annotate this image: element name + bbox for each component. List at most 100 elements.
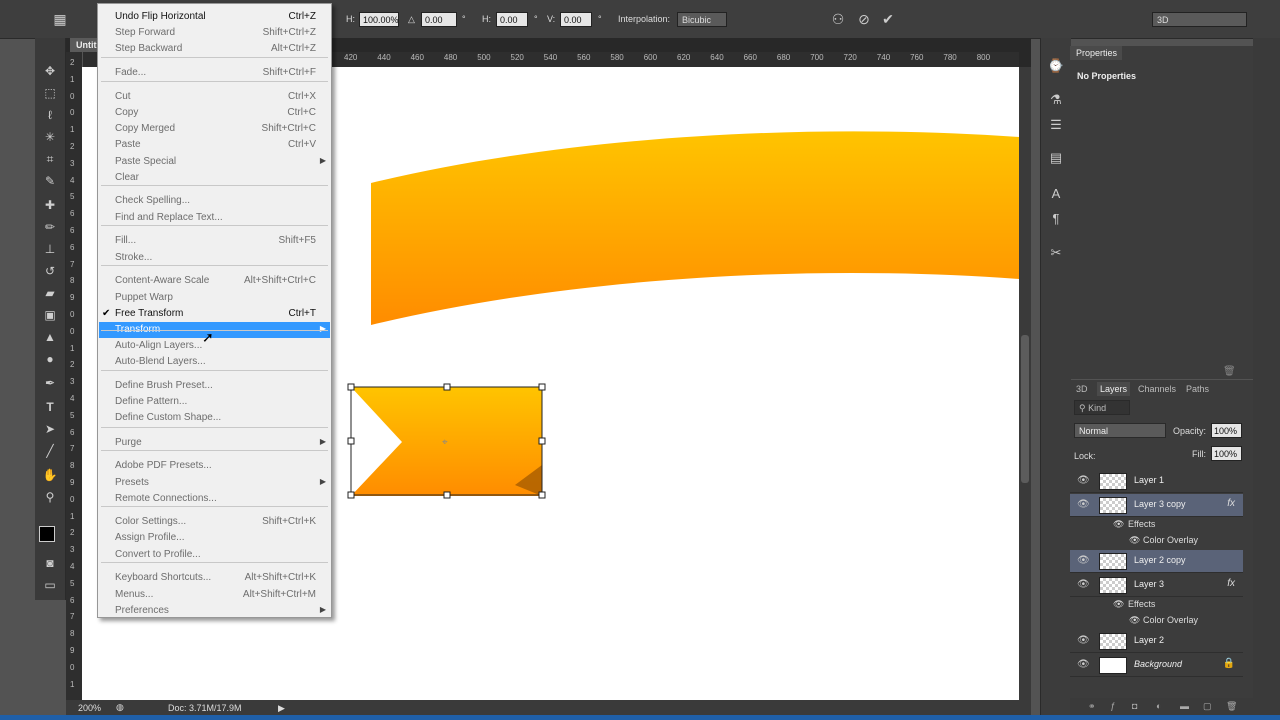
new-adjustment-icon[interactable]: ◐ — [1156, 701, 1161, 711]
menu-item-free-transform[interactable]: ✔ Free Transform Ctrl+T — [99, 306, 330, 322]
visibility-eye-icon[interactable]: 👁 — [1077, 659, 1090, 670]
path-selection-tool-icon[interactable]: ➤ — [40, 420, 60, 438]
menu-item-assign-profile[interactable]: Assign Profile... — [99, 530, 330, 546]
blend-mode-select[interactable]: Normal — [1074, 423, 1166, 438]
commit-transform-icon[interactable]: ✔ — [880, 11, 896, 27]
menu-item-check-spelling[interactable]: Check Spelling... — [99, 193, 330, 209]
height-input[interactable]: 100.00% — [359, 12, 399, 27]
fx-badge[interactable]: fx — [1227, 578, 1235, 589]
menu-item-menus[interactable]: Menus... Alt+Shift+Ctrl+M — [99, 587, 330, 603]
cancel-transform-icon[interactable]: ⊘ — [856, 11, 872, 27]
menu-item-auto-blend-layers[interactable]: Auto-Blend Layers... — [99, 354, 330, 370]
skew-h-input[interactable]: 0.00 — [496, 12, 528, 27]
gradient-tool-icon[interactable]: ▣ — [40, 306, 60, 324]
tools-panel-icon[interactable]: ✂ — [1047, 244, 1065, 262]
menu-item-color-settings[interactable]: Color Settings... Shift+Ctrl+K — [99, 514, 330, 530]
opacity-input[interactable]: 100% — [1211, 423, 1242, 438]
workspace-select[interactable]: 3D — [1152, 12, 1247, 27]
styles-icon[interactable]: ▤ — [1047, 149, 1065, 167]
menu-item-fill[interactable]: Fill... Shift+F5 — [99, 233, 330, 249]
zoom-level[interactable]: 200% — [78, 703, 101, 713]
menu-item-paste-special[interactable]: Paste Special ▶ — [99, 154, 330, 170]
hand-tool-icon[interactable]: ✋ — [40, 466, 60, 484]
right-panel-scrollbar[interactable] — [1253, 38, 1280, 715]
brush-tool-icon[interactable]: ✏ — [40, 218, 60, 236]
warp-mode-icon[interactable]: ⚇ — [830, 11, 846, 27]
menu-item-clear[interactable]: Clear — [99, 170, 330, 186]
menu-item-define-brush-preset[interactable]: Define Brush Preset... — [99, 378, 330, 394]
visibility-eye-icon[interactable]: 👁 — [1077, 635, 1090, 646]
add-mask-icon[interactable]: ◘ — [1132, 701, 1137, 711]
layer-row-background[interactable]: 👁 Background 🔒 — [1070, 654, 1243, 677]
menu-item-copy[interactable]: Copy Ctrl+C — [99, 105, 330, 121]
menu-item-convert-to-profile[interactable]: Convert to Profile... — [99, 547, 330, 563]
move-tool-icon[interactable]: ✥ — [40, 62, 60, 80]
new-group-icon[interactable]: ▬ — [1180, 701, 1189, 711]
foreground-color-swatch[interactable] — [39, 526, 55, 542]
menu-item-step-backward[interactable]: Step Backward Alt+Ctrl+Z — [99, 41, 330, 57]
tool-presets-icon[interactable]: ⚗ — [1047, 91, 1065, 109]
history-panel-icon[interactable]: ⌚ — [1047, 57, 1065, 75]
menu-item-auto-align-layers[interactable]: Auto-Align Layers... — [99, 338, 330, 354]
transform-reference-icon[interactable]: ▦ — [52, 11, 68, 27]
effects-eye-icon[interactable]: 👁 — [1113, 599, 1124, 610]
fill-input[interactable]: 100% — [1211, 446, 1242, 461]
menu-item-paste[interactable]: Paste Ctrl+V — [99, 137, 330, 153]
visibility-eye-icon[interactable]: 👁 — [1077, 475, 1090, 486]
link-layers-icon[interactable]: ⚭ — [1088, 701, 1096, 712]
layer-row-layer-2-copy[interactable]: 👁 Layer 2 copy — [1070, 550, 1243, 573]
blur-tool-icon[interactable]: ▲ — [40, 328, 60, 346]
marquee-tool-icon[interactable]: ⬚ — [40, 84, 60, 102]
screen-mode-icon[interactable]: ▭ — [40, 576, 60, 594]
vertical-scroll-thumb[interactable] — [1021, 335, 1029, 483]
trash-icon[interactable]: 🗑 — [1223, 366, 1236, 377]
visibility-eye-icon[interactable]: 👁 — [1077, 579, 1090, 590]
fx-badge[interactable]: fx — [1227, 498, 1235, 509]
overlay-eye-icon[interactable]: 👁 — [1129, 615, 1140, 626]
crop-tool-icon[interactable]: ⌗ — [40, 150, 60, 168]
line-tool-icon[interactable]: ╱ — [40, 442, 60, 460]
skew-v-input[interactable]: 0.00 — [560, 12, 592, 27]
dodge-tool-icon[interactable]: ● — [40, 350, 60, 368]
adjustments-icon[interactable]: ☰ — [1047, 116, 1065, 134]
tab-properties[interactable]: Properties — [1070, 46, 1122, 60]
menu-item-copy-merged[interactable]: Copy Merged Shift+Ctrl+C — [99, 121, 330, 137]
history-brush-tool-icon[interactable]: ↺ — [40, 262, 60, 280]
quick-mask-icon[interactable]: ◙ — [40, 554, 60, 572]
magic-wand-tool-icon[interactable]: ✳ — [40, 128, 60, 146]
menu-item-adobe-pdf-presets[interactable]: Adobe PDF Presets... — [99, 458, 330, 474]
overlay-eye-icon[interactable]: 👁 — [1129, 535, 1140, 546]
menu-item-remote-connections[interactable]: Remote Connections... — [99, 491, 330, 507]
delete-layer-icon[interactable]: 🗑 — [1226, 701, 1237, 712]
menu-item-fade[interactable]: Fade... Shift+Ctrl+F — [99, 65, 330, 81]
effects-eye-icon[interactable]: 👁 — [1113, 519, 1124, 530]
layer-row-layer-2[interactable]: 👁 Layer 2 — [1070, 630, 1243, 653]
menu-item-define-custom-shape[interactable]: Define Custom Shape... — [99, 410, 330, 426]
menu-item-find-and-replace-text[interactable]: Find and Replace Text... — [99, 210, 330, 226]
clone-stamp-tool-icon[interactable]: ⊥ — [40, 240, 60, 258]
menu-item-stroke[interactable]: Stroke... — [99, 250, 330, 266]
type-tool-icon[interactable]: T — [40, 398, 60, 416]
layer-row-layer-3-copy[interactable]: 👁 Layer 3 copy fx — [1070, 494, 1243, 517]
tab-3d[interactable]: 3D — [1076, 382, 1088, 396]
menu-item-puppet-warp[interactable]: Puppet Warp — [99, 290, 330, 306]
tab-channels[interactable]: Channels — [1138, 382, 1176, 396]
menu-item-cut[interactable]: Cut Ctrl+X — [99, 89, 330, 105]
menu-item-step-forward[interactable]: Step Forward Shift+Ctrl+Z — [99, 25, 330, 41]
rotate-angle-input[interactable]: 0.00 — [421, 12, 457, 27]
lasso-tool-icon[interactable]: ℓ — [40, 106, 60, 124]
layer-row-layer-1[interactable]: 👁 Layer 1 — [1070, 470, 1243, 493]
new-layer-icon[interactable]: ▢ — [1203, 701, 1212, 712]
eyedropper-tool-icon[interactable]: ✎ — [40, 172, 60, 190]
layer-filter-select[interactable]: ⚲ Kind — [1074, 400, 1130, 415]
lock-icon[interactable]: 🔒 — [1223, 658, 1235, 669]
add-fx-icon[interactable]: ƒ — [1110, 701, 1115, 711]
layer-row-layer-3[interactable]: 👁 Layer 3 fx — [1070, 574, 1243, 597]
status-arrow-icon[interactable]: ▶ — [278, 703, 285, 714]
zoom-tool-icon[interactable]: ⚲ — [40, 488, 60, 506]
menu-item-define-pattern[interactable]: Define Pattern... — [99, 394, 330, 410]
interpolation-select[interactable]: Bicubic — [677, 12, 727, 27]
menu-item-preferences[interactable]: Preferences ▶ — [99, 603, 330, 619]
menu-item-purge[interactable]: Purge ▶ — [99, 435, 330, 451]
pen-tool-icon[interactable]: ✒ — [40, 374, 60, 392]
